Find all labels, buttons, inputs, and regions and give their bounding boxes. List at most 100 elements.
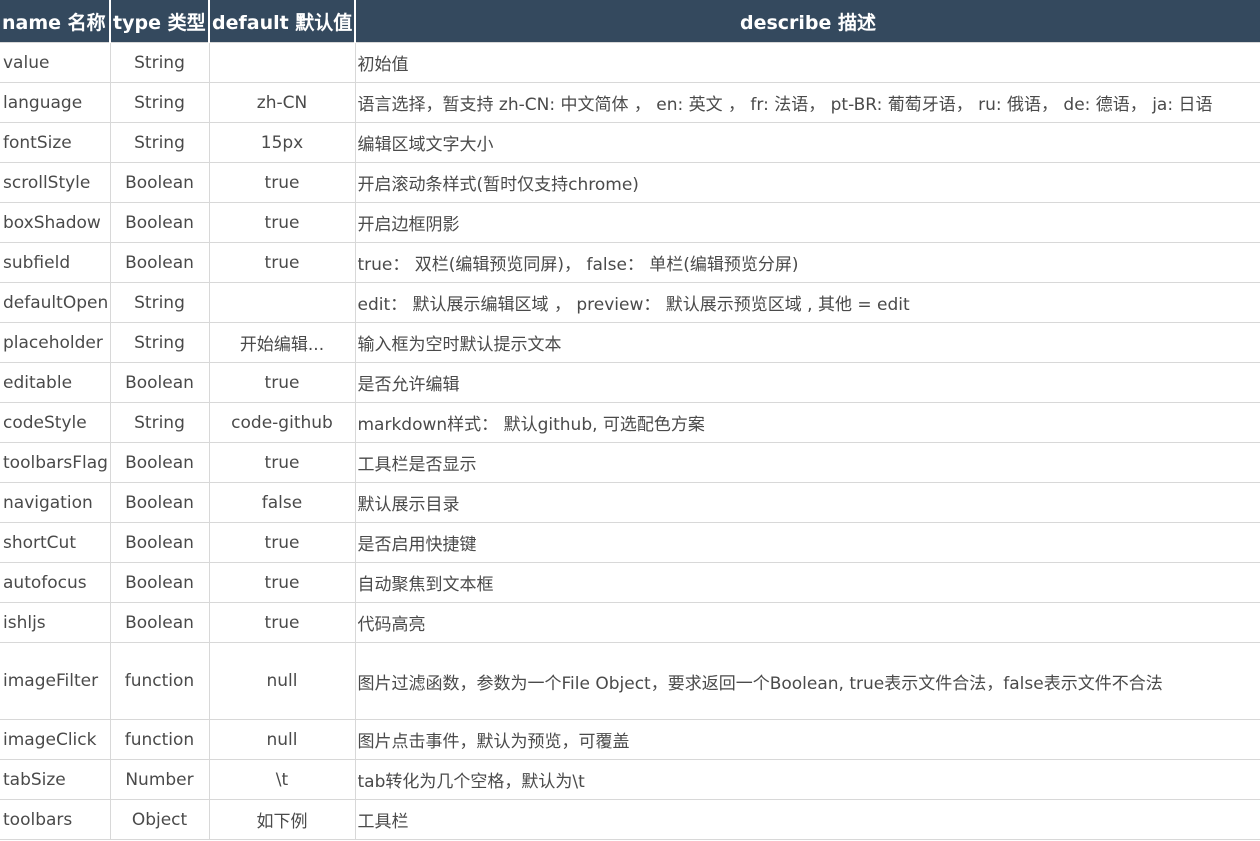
cell-name: boxShadow	[0, 202, 111, 243]
cell-name: shortCut	[0, 522, 111, 563]
props-table: name 名称 type 类型 default 默认值 describe 描述 …	[0, 0, 1260, 840]
cell-type: Boolean	[109, 562, 210, 603]
table-row: autofocus Boolean true 自动聚焦到文本框	[0, 562, 1260, 603]
table-row: imageClick function null 图片点击事件，默认为预览，可覆…	[0, 719, 1260, 760]
cell-describe: 是否启用快捷键	[354, 522, 1260, 563]
cell-default: code-github	[208, 402, 356, 443]
cell-default: null	[208, 642, 356, 720]
cell-describe: edit： 默认展示编辑区域 ， preview： 默认展示预览区域 , 其他 …	[354, 282, 1260, 323]
cell-default: 如下例	[208, 799, 356, 840]
table-row: editable Boolean true 是否允许编辑	[0, 362, 1260, 403]
cell-name: fontSize	[0, 122, 111, 163]
cell-describe: 默认展示目录	[354, 482, 1260, 523]
cell-type: String	[109, 322, 210, 363]
cell-describe: 输入框为空时默认提示文本	[354, 322, 1260, 363]
table-row: scrollStyle Boolean true 开启滚动条样式(暂时仅支持ch…	[0, 162, 1260, 203]
cell-name: defaultOpen	[0, 282, 111, 323]
cell-describe: 自动聚焦到文本框	[354, 562, 1260, 603]
cell-name: language	[0, 82, 111, 123]
cell-default: true	[208, 202, 356, 243]
cell-describe: true： 双栏(编辑预览同屏)， false： 单栏(编辑预览分屏)	[354, 242, 1260, 283]
table-row: boxShadow Boolean true 开启边框阴影	[0, 202, 1260, 243]
table-row: codeStyle String code-github markdown样式：…	[0, 402, 1260, 443]
cell-describe: 编辑区域文字大小	[354, 122, 1260, 163]
cell-type: function	[109, 719, 210, 760]
cell-default: true	[208, 162, 356, 203]
cell-default: true	[208, 562, 356, 603]
cell-type: String	[109, 82, 210, 123]
cell-type: function	[109, 642, 210, 720]
cell-type: String	[109, 282, 210, 323]
cell-name: autofocus	[0, 562, 111, 603]
table-row: toolbarsFlag Boolean true 工具栏是否显示	[0, 442, 1260, 483]
cell-type: Boolean	[109, 362, 210, 403]
cell-default: true	[208, 602, 356, 643]
cell-name: tabSize	[0, 759, 111, 800]
cell-type: Boolean	[109, 202, 210, 243]
cell-describe: 工具栏是否显示	[354, 442, 1260, 483]
cell-name: imageFilter	[0, 642, 111, 720]
cell-type: Number	[109, 759, 210, 800]
cell-default: zh-CN	[208, 82, 356, 123]
table-header-row: name 名称 type 类型 default 默认值 describe 描述	[0, 0, 1260, 43]
cell-name: placeholder	[0, 322, 111, 363]
table-row: placeholder String 开始编辑... 输入框为空时默认提示文本	[0, 322, 1260, 363]
cell-type: Object	[109, 799, 210, 840]
cell-name: imageClick	[0, 719, 111, 760]
cell-type: String	[109, 122, 210, 163]
header-name: name 名称	[0, 0, 111, 43]
cell-type: String	[109, 42, 210, 83]
table-row: fontSize String 15px 编辑区域文字大小	[0, 122, 1260, 163]
cell-describe: tab转化为几个空格，默认为\t	[354, 759, 1260, 800]
cell-describe: markdown样式： 默认github, 可选配色方案	[354, 402, 1260, 443]
cell-type: Boolean	[109, 482, 210, 523]
cell-describe: 开启滚动条样式(暂时仅支持chrome)	[354, 162, 1260, 203]
cell-default: 15px	[208, 122, 356, 163]
cell-name: toolbars	[0, 799, 111, 840]
cell-describe: 语言选择，暂支持 zh-CN: 中文简体 ， en: 英文 ， fr: 法语， …	[354, 82, 1260, 123]
cell-describe: 代码高亮	[354, 602, 1260, 643]
header-default: default 默认值	[209, 0, 356, 43]
cell-name: navigation	[0, 482, 111, 523]
cell-type: Boolean	[109, 602, 210, 643]
cell-type: Boolean	[109, 162, 210, 203]
cell-describe: 工具栏	[354, 799, 1260, 840]
cell-name: codeStyle	[0, 402, 111, 443]
cell-default: true	[208, 242, 356, 283]
table-row: navigation Boolean false 默认展示目录	[0, 482, 1260, 523]
cell-describe: 图片过滤函数，参数为一个File Object，要求返回一个Boolean, t…	[354, 642, 1260, 720]
cell-default	[208, 42, 356, 83]
table-row: toolbars Object 如下例 工具栏	[0, 799, 1260, 840]
cell-type: String	[109, 402, 210, 443]
header-describe: describe 描述	[355, 0, 1260, 43]
cell-default: true	[208, 442, 356, 483]
cell-describe: 开启边框阴影	[354, 202, 1260, 243]
table-row: shortCut Boolean true 是否启用快捷键	[0, 522, 1260, 563]
cell-type: Boolean	[109, 242, 210, 283]
table-row: defaultOpen String edit： 默认展示编辑区域 ， prev…	[0, 282, 1260, 323]
cell-default: null	[208, 719, 356, 760]
cell-describe: 初始值	[354, 42, 1260, 83]
cell-describe: 是否允许编辑	[354, 362, 1260, 403]
cell-name: scrollStyle	[0, 162, 111, 203]
cell-default: true	[208, 362, 356, 403]
header-type: type 类型	[110, 0, 210, 43]
table-row: subfield Boolean true true： 双栏(编辑预览同屏)， …	[0, 242, 1260, 283]
cell-name: subfield	[0, 242, 111, 283]
cell-name: editable	[0, 362, 111, 403]
cell-default: \t	[208, 759, 356, 800]
cell-default: true	[208, 522, 356, 563]
cell-default	[208, 282, 356, 323]
table-row: language String zh-CN 语言选择，暂支持 zh-CN: 中文…	[0, 82, 1260, 123]
cell-default: 开始编辑...	[208, 322, 356, 363]
cell-name: value	[0, 42, 111, 83]
table-row: value String 初始值	[0, 42, 1260, 83]
table-row: tabSize Number \t tab转化为几个空格，默认为\t	[0, 759, 1260, 800]
cell-default: false	[208, 482, 356, 523]
table-row: ishljs Boolean true 代码高亮	[0, 602, 1260, 643]
cell-name: ishljs	[0, 602, 111, 643]
cell-type: Boolean	[109, 442, 210, 483]
cell-type: Boolean	[109, 522, 210, 563]
cell-name: toolbarsFlag	[0, 442, 111, 483]
cell-describe: 图片点击事件，默认为预览，可覆盖	[354, 719, 1260, 760]
